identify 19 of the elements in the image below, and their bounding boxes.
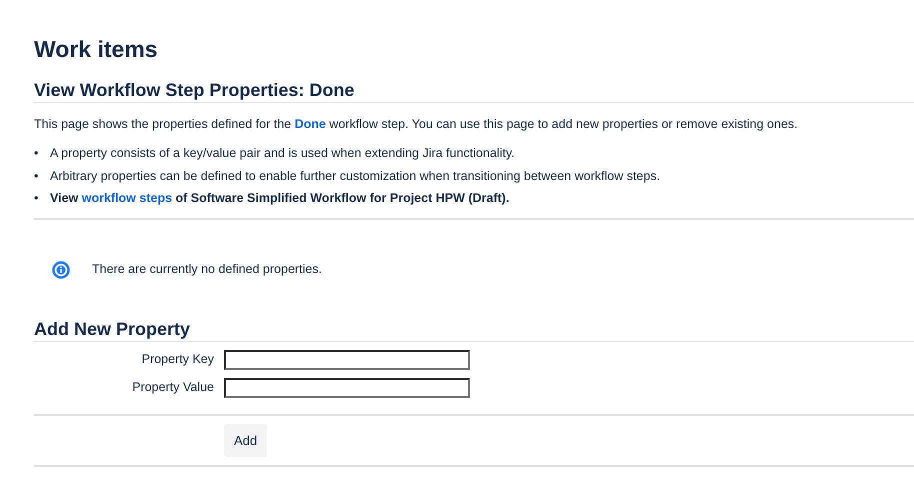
input-field[interactable]: [224, 350, 470, 370]
link[interactable]: workflow steps: [82, 191, 172, 206]
field-label: Property Key: [140, 351, 214, 368]
list-item: View workflow steps of Software Simplified Workflow for Project HPW (Draft).: [50, 190, 510, 208]
add-button[interactable]: Add: [224, 424, 268, 458]
link[interactable]: Done: [294, 117, 326, 132]
bullet-marker: •: [34, 190, 40, 208]
list-item: A property consists of a key/value pair and is used when extending Jira functionality.: [50, 144, 515, 162]
page-title: Work items: [34, 36, 159, 64]
form-title: Add New Property: [34, 318, 914, 342]
list-item: Arbitrary properties can be defined to enable further customization when transitioning between workflow steps.: [50, 168, 660, 185]
bullet-marker: •: [34, 168, 40, 185]
info-icon: [52, 260, 70, 279]
field-label: Property Value: [131, 379, 214, 396]
info-message: There are currently no defined properties.: [92, 261, 322, 278]
bullet-marker: •: [34, 144, 40, 162]
input-field[interactable]: [224, 378, 470, 398]
section-title: View Workflow Step Properties: Done: [34, 80, 914, 104]
intro-text: This page shows the properties defined for the Done workflow step. You can use this page to add new properties or remove existing ones.: [34, 116, 799, 134]
